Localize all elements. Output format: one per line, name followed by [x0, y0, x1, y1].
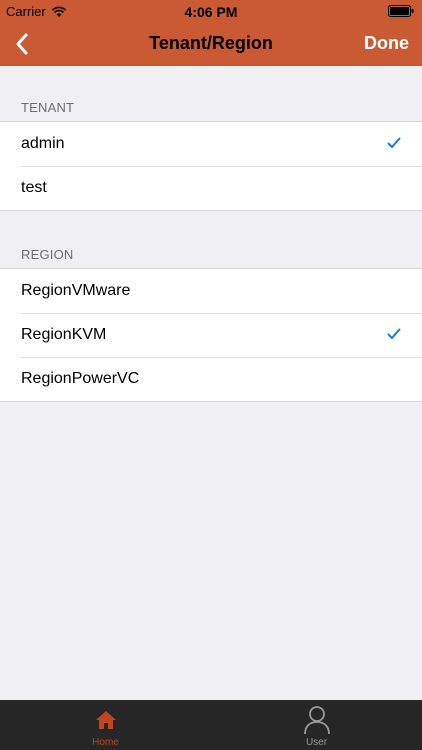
status-bar: Carrier 4:06 PM — [0, 0, 422, 22]
tenant-item-test[interactable]: test — [0, 166, 422, 210]
region-item-powervc[interactable]: RegionPowerVC — [0, 357, 422, 401]
status-time: 4:06 PM — [184, 4, 238, 20]
tab-user[interactable]: User — [211, 700, 422, 750]
tab-bar: Home User — [0, 700, 422, 750]
region-item-label: RegionKVM — [21, 326, 107, 343]
home-icon — [95, 711, 116, 729]
tab-home-label: Home — [92, 737, 119, 748]
done-button[interactable]: Done — [364, 33, 409, 54]
region-section-header: REGION — [21, 247, 74, 262]
region-item-kvm[interactable]: RegionKVM — [0, 313, 422, 357]
navigation-bar: Tenant/Region Done — [0, 22, 422, 66]
checkmark-icon — [387, 328, 401, 339]
page-title: Tenant/Region — [149, 33, 273, 53]
checkmark-icon — [387, 137, 401, 148]
region-item-label: RegionVMware — [21, 282, 131, 299]
tenant-item-admin[interactable]: admin — [0, 122, 422, 166]
tab-user-label: User — [305, 737, 328, 748]
header: Carrier 4:06 PM Tenant/Region Done — [0, 0, 422, 66]
user-icon — [303, 706, 330, 735]
battery-icon — [388, 5, 414, 17]
region-list: RegionVMware RegionKVM RegionPowerVC — [0, 268, 422, 402]
tenant-item-label: test — [21, 179, 47, 196]
tenant-section-header: TENANT — [21, 100, 75, 115]
tenant-list: admin test — [0, 121, 422, 211]
region-item-vmware[interactable]: RegionVMware — [0, 269, 422, 313]
tenant-item-label: admin — [21, 135, 65, 152]
region-item-label: RegionPowerVC — [21, 370, 140, 387]
tab-home[interactable]: Home — [0, 700, 211, 750]
